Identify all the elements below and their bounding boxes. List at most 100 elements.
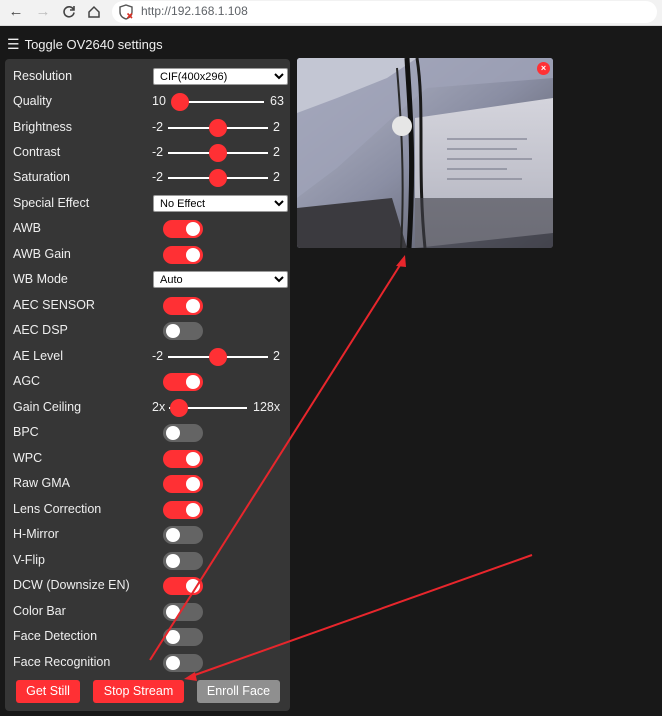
- saturation-max: 2: [273, 170, 280, 184]
- quality-label: Quality: [13, 94, 52, 108]
- face-detection-toggle[interactable]: [163, 628, 203, 646]
- aec-sensor-toggle[interactable]: [163, 297, 203, 315]
- quality-min: 10: [152, 94, 166, 108]
- awb-gain-row: AWB Gain: [13, 243, 289, 267]
- gain-ceiling-min: 2x: [152, 400, 166, 414]
- aec-sensor-label: AEC SENSOR: [13, 298, 95, 312]
- gain-ceiling-label: Gain Ceiling: [13, 400, 82, 414]
- wb-mode-select[interactable]: Auto: [153, 271, 288, 288]
- get-still-button[interactable]: Get Still: [16, 680, 80, 703]
- aec-dsp-label: AEC DSP: [13, 323, 68, 337]
- brightness-max: 2: [273, 120, 280, 134]
- lens-correction-toggle[interactable]: [163, 501, 203, 519]
- agc-row: AGC: [13, 370, 289, 394]
- bpc-toggle[interactable]: [163, 424, 203, 442]
- agc-toggle[interactable]: [163, 373, 203, 391]
- wb-mode-row: WB Mode Auto: [13, 268, 289, 292]
- hamburger-icon: ☰: [7, 36, 20, 52]
- face-recognition-label: Face Recognition: [13, 655, 111, 669]
- wpc-label: WPC: [13, 451, 43, 465]
- ae-level-row: AE Level -2 2: [13, 345, 289, 369]
- resolution-label: Resolution: [13, 69, 73, 83]
- contrast-slider-thumb[interactable]: [209, 144, 227, 162]
- bpc-label: BPC: [13, 425, 39, 439]
- quality-row: Quality 10 63: [13, 90, 289, 114]
- dcw-row: DCW (Downsize EN): [13, 574, 289, 598]
- special-effect-row: Special Effect No Effect: [13, 192, 289, 216]
- resolution-row: Resolution CIF(400x296): [13, 65, 289, 89]
- settings-toggle[interactable]: ☰ Toggle OV2640 settings: [7, 36, 163, 53]
- h-mirror-toggle[interactable]: [163, 526, 203, 544]
- arrow-left-icon[interactable]: ←: [6, 2, 26, 22]
- raw-gma-toggle[interactable]: [163, 475, 203, 493]
- saturation-slider-thumb[interactable]: [209, 169, 227, 187]
- close-icon[interactable]: ×: [537, 62, 550, 75]
- stream-image: [297, 58, 553, 248]
- contrast-min: -2: [152, 145, 164, 159]
- raw-gma-label: Raw GMA: [13, 476, 70, 490]
- awb-gain-toggle[interactable]: [163, 246, 203, 264]
- ae-level-min: -2: [152, 349, 164, 363]
- face-recognition-row: Face Recognition: [13, 651, 289, 675]
- dcw-toggle[interactable]: [163, 577, 203, 595]
- aec-dsp-row: AEC DSP: [13, 319, 289, 343]
- lens-correction-row: Lens Correction: [13, 498, 289, 522]
- color-bar-toggle[interactable]: [163, 603, 203, 621]
- lens-correction-label: Lens Correction: [13, 502, 102, 516]
- address-bar[interactable]: http://192.168.1.108: [112, 1, 657, 23]
- v-flip-row: V-Flip: [13, 549, 289, 573]
- wb-mode-label: WB Mode: [13, 272, 68, 286]
- color-bar-row: Color Bar: [13, 600, 289, 624]
- ae-level-slider-thumb[interactable]: [209, 348, 227, 366]
- brightness-label: Brightness: [13, 120, 73, 134]
- quality-max: 63: [270, 94, 284, 108]
- saturation-label: Saturation: [13, 170, 70, 184]
- awb-toggle[interactable]: [163, 220, 203, 238]
- gain-ceiling-slider-thumb[interactable]: [170, 399, 188, 417]
- annotation-arrowhead-stream: [396, 255, 406, 267]
- enroll-face-button[interactable]: Enroll Face: [197, 680, 280, 703]
- contrast-max: 2: [273, 145, 280, 159]
- browser-toolbar: ← → http://192.168.1.108: [0, 0, 662, 26]
- quality-slider-thumb[interactable]: [171, 93, 189, 111]
- v-flip-label: V-Flip: [13, 553, 45, 567]
- awb-gain-label: AWB Gain: [13, 247, 71, 261]
- raw-gma-row: Raw GMA: [13, 472, 289, 496]
- ae-level-max: 2: [273, 349, 280, 363]
- face-detection-label: Face Detection: [13, 629, 98, 643]
- awb-row: AWB: [13, 217, 289, 241]
- gain-ceiling-row: Gain Ceiling 2x 128x: [13, 396, 289, 420]
- stop-stream-button[interactable]: Stop Stream: [93, 680, 184, 703]
- special-effect-select[interactable]: No Effect: [153, 195, 288, 212]
- contrast-label: Contrast: [13, 145, 61, 159]
- h-mirror-row: H-Mirror: [13, 523, 289, 547]
- color-bar-label: Color Bar: [13, 604, 66, 618]
- agc-label: AGC: [13, 374, 41, 388]
- wpc-toggle[interactable]: [163, 450, 203, 468]
- settings-panel: Resolution CIF(400x296) Quality 10 63 Br…: [5, 59, 290, 711]
- contrast-row: Contrast -2 2: [13, 141, 289, 165]
- v-flip-toggle[interactable]: [163, 552, 203, 570]
- ae-level-label: AE Level: [13, 349, 64, 363]
- saturation-min: -2: [152, 170, 164, 184]
- brightness-slider-thumb[interactable]: [209, 119, 227, 137]
- reload-icon[interactable]: [59, 2, 79, 22]
- camera-stream: [297, 58, 553, 248]
- home-icon[interactable]: [84, 2, 104, 22]
- face-detection-row: Face Detection: [13, 625, 289, 649]
- brightness-min: -2: [152, 120, 164, 134]
- arrow-right-icon[interactable]: →: [33, 2, 53, 22]
- bpc-row: BPC: [13, 421, 289, 445]
- awb-label: AWB: [13, 221, 42, 235]
- h-mirror-label: H-Mirror: [13, 527, 59, 541]
- action-buttons: Get Still Stop Stream Enroll Face: [16, 680, 286, 704]
- settings-toggle-label: Toggle OV2640 settings: [24, 37, 163, 52]
- gain-ceiling-max: 128x: [253, 400, 281, 414]
- resolution-select[interactable]: CIF(400x296): [153, 68, 288, 85]
- brightness-row: Brightness -2 2: [13, 116, 289, 140]
- wpc-row: WPC: [13, 447, 289, 471]
- not-secure-icon[interactable]: [118, 4, 134, 20]
- aec-dsp-toggle[interactable]: [163, 322, 203, 340]
- face-recognition-toggle[interactable]: [163, 654, 203, 672]
- aec-sensor-row: AEC SENSOR: [13, 294, 289, 318]
